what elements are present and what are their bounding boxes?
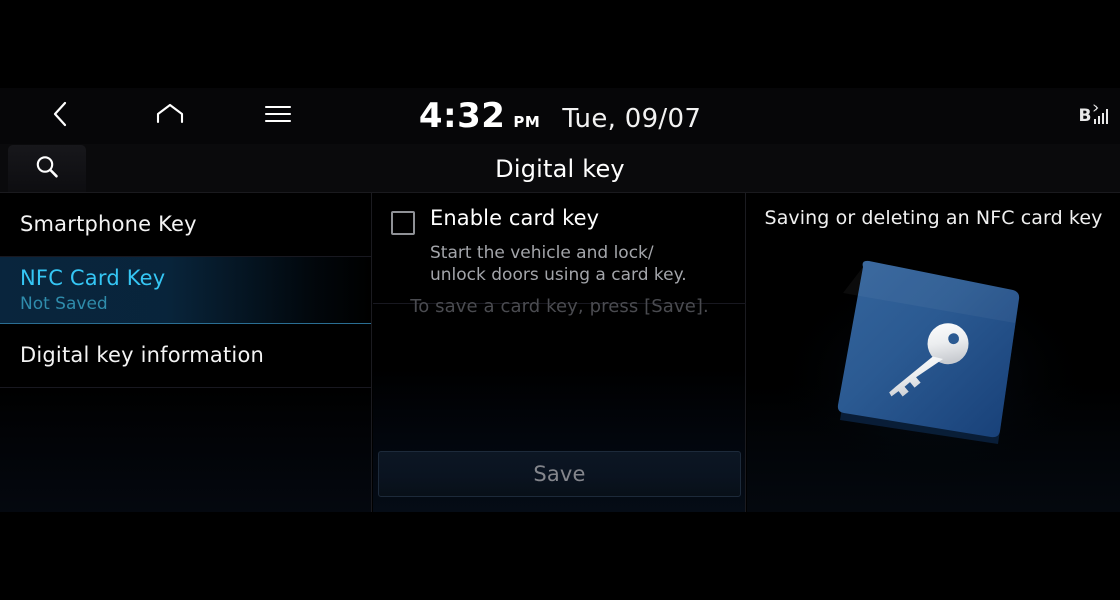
- sidebar-item-nfc-card-key[interactable]: NFC Card Key Not Saved: [0, 257, 371, 324]
- status-icon-tray: B: [1079, 88, 1108, 144]
- sidebar-item-label: Smartphone Key: [20, 211, 197, 236]
- sidebar-item-smartphone-key[interactable]: Smartphone Key: [0, 193, 371, 257]
- letterbox-top: [0, 0, 1120, 88]
- clock-date: Tue, 09/07: [562, 104, 702, 134]
- home-icon: [155, 102, 185, 130]
- sidebar-item-status: Not Saved: [20, 293, 108, 314]
- page-title: Digital key: [495, 154, 625, 183]
- enable-card-key-description: Start the vehicle and lock/ unlock doors…: [430, 243, 687, 286]
- save-button[interactable]: Save: [378, 451, 741, 497]
- hamburger-menu-icon: [264, 104, 292, 128]
- sidebar-item-label: Digital key information: [20, 342, 265, 367]
- help-caption: Saving or deleting an NFC card key: [764, 207, 1103, 229]
- sidebar: Smartphone Key NFC Card Key Not Saved Di…: [0, 193, 372, 512]
- infotainment-screen: 4:32 PM Tue, 09/07 B Digital key Smartph…: [0, 0, 1120, 600]
- help-panel: Saving or deleting an NFC card key: [747, 193, 1120, 512]
- enable-card-key-row[interactable]: Enable card key Start the vehicle and lo…: [373, 193, 746, 304]
- save-hint-text: To save a card key, press [Save].: [410, 296, 709, 317]
- enable-card-key-label: Enable card key: [430, 206, 600, 230]
- settings-panel: Enable card key Start the vehicle and lo…: [373, 193, 746, 512]
- status-bar: 4:32 PM Tue, 09/07 B: [0, 88, 1120, 144]
- chevron-left-icon: [49, 99, 71, 133]
- menu-button[interactable]: [246, 88, 310, 144]
- sidebar-item-digital-key-information[interactable]: Digital key information: [0, 324, 371, 388]
- nfc-card-key-icon: [747, 253, 1120, 493]
- enable-card-key-checkbox[interactable]: [391, 211, 415, 235]
- clock-time: 4:32: [418, 96, 506, 136]
- display-area: 4:32 PM Tue, 09/07 B Digital key Smartph…: [0, 88, 1120, 512]
- home-button[interactable]: [138, 88, 202, 144]
- title-bar: Digital key: [0, 144, 1120, 193]
- letterbox-bottom: [0, 512, 1120, 600]
- content-area: Smartphone Key NFC Card Key Not Saved Di…: [0, 193, 1120, 512]
- clock-ampm: PM: [513, 113, 541, 131]
- back-button[interactable]: [28, 88, 92, 144]
- bluetooth-icon: B: [1079, 103, 1098, 125]
- sidebar-item-label: NFC Card Key: [20, 265, 166, 290]
